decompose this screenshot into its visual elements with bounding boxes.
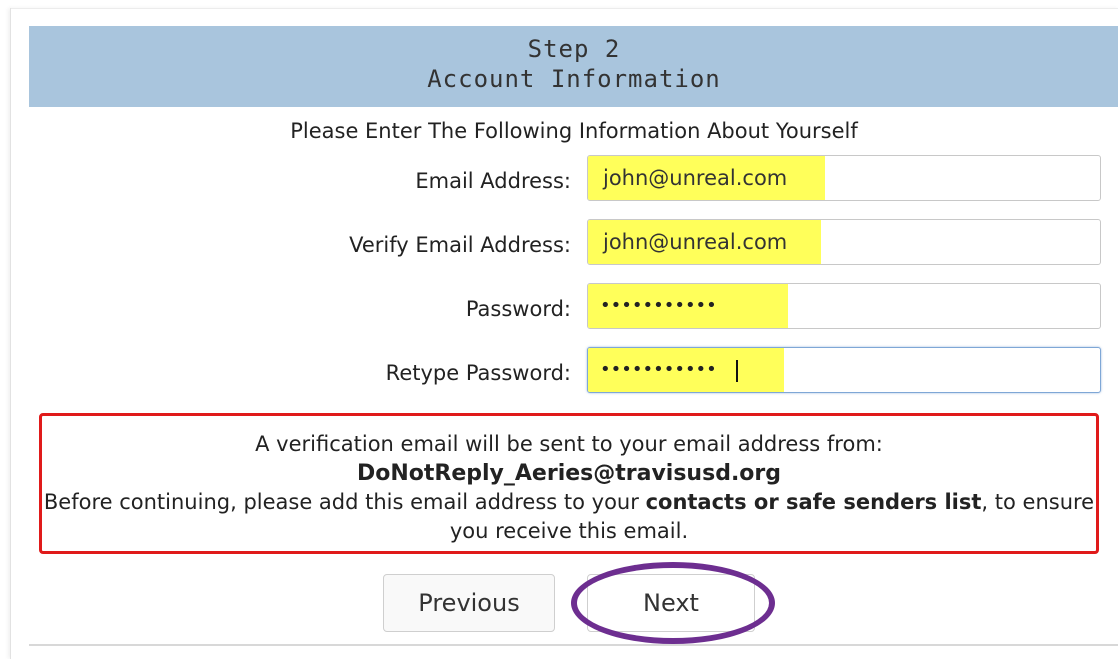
step-header: Step 2 Account Information <box>29 26 1118 107</box>
notice-line-1: A verification email will be sent to you… <box>255 432 883 456</box>
notice-text-pre: Before continuing, please add this email… <box>43 490 646 514</box>
password-value: ••••••••••• <box>600 295 717 316</box>
verify-email-value: john@unreal.com <box>603 230 788 254</box>
password-label: Password: <box>465 297 571 321</box>
email-field[interactable]: john@unreal.com <box>587 155 1101 201</box>
step-title: Account Information <box>427 65 721 93</box>
retype-password-value: ••••••••••• <box>600 359 717 380</box>
form-instructions: Please Enter The Following Information A… <box>290 119 858 143</box>
top-divider <box>11 8 1118 9</box>
email-label: Email Address: <box>415 169 571 193</box>
text-caret <box>736 360 738 382</box>
previous-button[interactable]: Previous <box>383 574 555 632</box>
verification-notice: A verification email will be sent to you… <box>39 413 1099 554</box>
email-value: john@unreal.com <box>603 166 788 190</box>
verify-email-label: Verify Email Address: <box>349 233 571 257</box>
verify-email-field[interactable]: john@unreal.com <box>587 219 1101 265</box>
notice-line-3: Before continuing, please add this email… <box>42 488 1096 546</box>
sender-email: DoNotReply_Aeries@travisusd.org <box>356 461 782 486</box>
next-button[interactable]: Next <box>587 574 755 632</box>
step-number: Step 2 <box>527 35 621 63</box>
retype-password-field[interactable]: ••••••••••• <box>587 347 1101 393</box>
notice-text-bold: contacts or safe senders list <box>645 490 982 514</box>
registration-panel: Step 2 Account Information Please Enter … <box>10 8 1118 659</box>
bottom-divider <box>29 644 1118 646</box>
retype-password-label: Retype Password: <box>385 361 571 385</box>
password-field[interactable]: ••••••••••• <box>587 283 1101 329</box>
